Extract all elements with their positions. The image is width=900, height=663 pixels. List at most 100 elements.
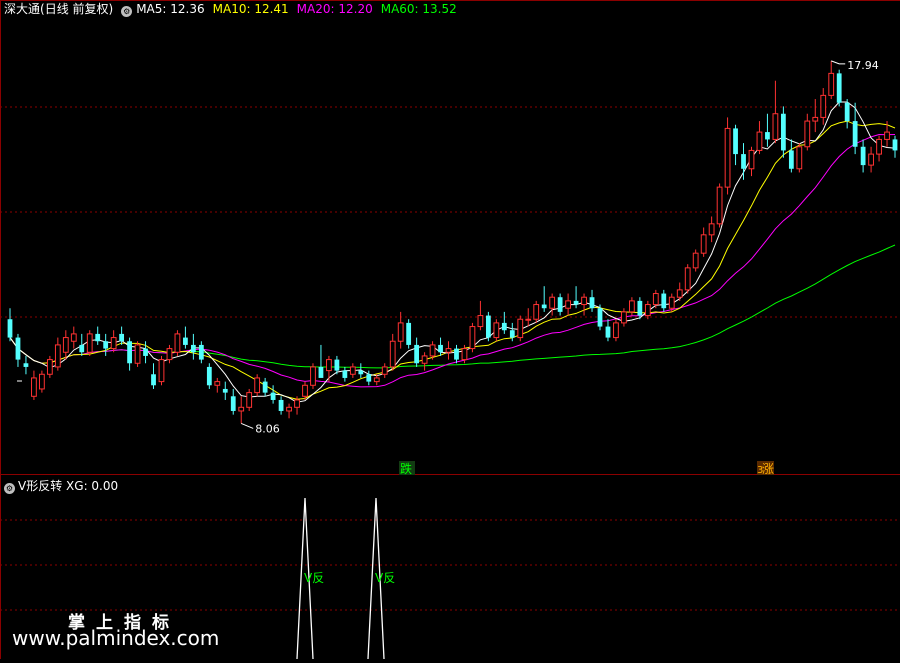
candle-body	[334, 359, 340, 371]
candle-body	[868, 153, 874, 166]
candle-body	[661, 293, 667, 309]
stock-name: 深大通	[4, 2, 41, 16]
candle-body	[517, 318, 524, 339]
candle-body	[501, 322, 507, 331]
candle-body	[183, 337, 188, 345]
candle-body	[206, 366, 212, 386]
candle-body	[820, 94, 827, 118]
candle-body	[326, 359, 332, 372]
chart-svg: V反 V反 8.0617.94跌 3涨	[0, 0, 900, 660]
candle-body	[270, 392, 276, 400]
candle-body	[541, 304, 547, 309]
candle-body	[174, 333, 181, 353]
candle-body	[629, 300, 635, 313]
candle-body	[733, 128, 738, 155]
ma10-label: MA10: 12.41	[212, 2, 289, 16]
candle-body	[716, 186, 723, 225]
candle-body	[637, 300, 643, 316]
watermark-url: www.palmindex.com	[12, 626, 220, 650]
candle-body	[278, 399, 284, 411]
ma10-line	[9, 120, 896, 400]
candle-body	[804, 120, 811, 148]
gear-icon[interactable]: ⚙	[4, 483, 15, 494]
candle-body	[461, 348, 468, 361]
candlesticks[interactable]	[7, 60, 898, 424]
candle-body	[565, 300, 571, 309]
candle-body	[756, 131, 763, 151]
candle-body	[485, 315, 491, 338]
stock-title: 深大通(日线 前复权)	[4, 2, 113, 16]
v-reversal-label: V反	[375, 571, 395, 585]
high-price-label: 17.94	[847, 59, 879, 72]
candle-body	[143, 348, 148, 356]
candle-body	[214, 381, 221, 386]
candle-body	[748, 149, 755, 170]
candle-body	[692, 252, 699, 269]
candle-body	[70, 333, 77, 342]
candle-body	[166, 348, 173, 361]
candle-body	[684, 267, 691, 291]
candle-body	[127, 341, 132, 364]
candle-body	[812, 116, 819, 122]
candle-body	[772, 113, 779, 140]
candle-body	[254, 377, 261, 394]
candle-body	[151, 374, 156, 386]
candle-body	[198, 344, 204, 360]
candle-body	[668, 296, 675, 309]
indicator-value: XG: 0.00	[66, 479, 119, 493]
candle-body	[294, 399, 300, 408]
candle-body	[549, 296, 556, 309]
candle-body	[700, 234, 707, 254]
candle-body	[318, 366, 324, 378]
candle-body	[302, 384, 308, 397]
candle-body	[230, 396, 236, 411]
event-label: 跌	[400, 461, 412, 476]
candle-body	[86, 333, 93, 353]
candle-body	[780, 113, 786, 151]
indicator-pane: V反 V反	[296, 497, 395, 660]
candle-body	[844, 102, 850, 122]
candle-body	[119, 333, 125, 342]
low-pointer	[241, 422, 254, 429]
candle-body	[46, 359, 53, 375]
candle-body	[525, 318, 532, 321]
candle-body	[884, 131, 890, 140]
candle-body	[310, 366, 316, 386]
candle-body	[892, 139, 898, 151]
candle-body	[438, 344, 443, 353]
candle-body	[262, 381, 268, 393]
candle-body	[860, 146, 866, 166]
candle-body	[597, 308, 603, 327]
ma20-label: MA20: 12.20	[296, 2, 373, 16]
candle-body	[103, 341, 109, 349]
candle-body	[286, 406, 292, 412]
candle-body	[373, 377, 380, 383]
high-pointer	[831, 60, 846, 65]
candle-body	[796, 146, 803, 170]
candle-body	[15, 337, 21, 360]
candle-body	[836, 73, 842, 103]
candle-body	[62, 337, 69, 353]
indicator-name: V形反转	[18, 479, 63, 493]
candle-body	[23, 363, 29, 367]
candle-body	[652, 293, 659, 306]
candle-body	[79, 344, 85, 353]
candle-body	[557, 297, 563, 312]
candle-body	[54, 344, 61, 368]
candle-body	[7, 319, 13, 338]
candle-body	[95, 333, 101, 342]
candle-body	[39, 373, 45, 390]
candle-body	[31, 377, 37, 397]
candle-body	[414, 344, 420, 364]
candle-body	[852, 121, 858, 147]
kline-chart-window: V反 V反 8.06 17.94 跌 3 涨 深大通(日线 前复权) ⚙ MA5: 12.36…	[0, 0, 900, 660]
candle-body	[397, 322, 404, 342]
candle-body	[605, 326, 611, 338]
candle-body	[621, 311, 627, 324]
gear-icon[interactable]: ⚙	[121, 6, 133, 17]
candle-body	[708, 223, 715, 236]
candle-body	[644, 304, 651, 317]
candle-body	[765, 132, 770, 140]
candle-body	[581, 296, 587, 306]
candle-body	[676, 289, 683, 298]
